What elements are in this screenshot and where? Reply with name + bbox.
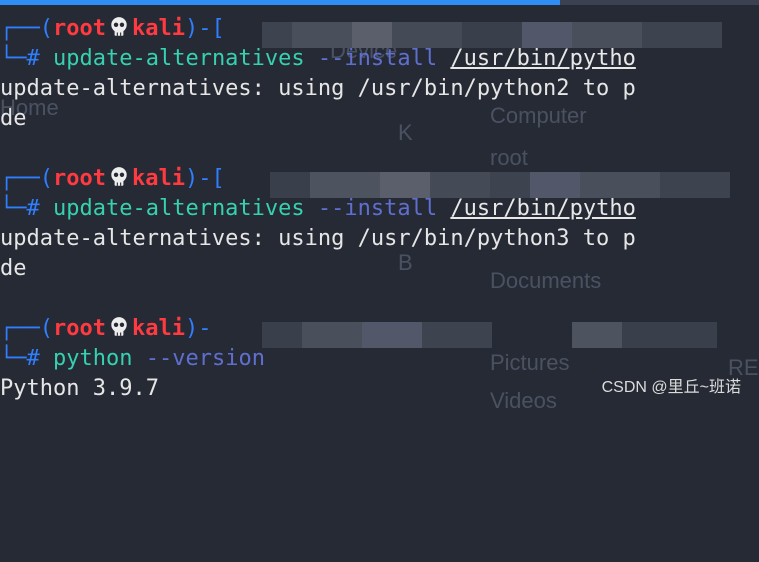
output-line: de: [0, 106, 27, 131]
prompt-header: ┌──(root kali)-[: [0, 14, 759, 48]
prompt-user: root: [52, 16, 106, 41]
command-line-2[interactable]: └─# update-alternatives --install /usr/b…: [0, 194, 759, 224]
prompt-host: kali: [131, 316, 185, 341]
command-path: /usr/bin/pytho: [450, 196, 636, 221]
output-line: update-alternatives: using /usr/bin/pyth…: [0, 76, 636, 101]
output-line: update-alternatives: using /usr/bin/pyth…: [0, 226, 636, 251]
prompt-symbol: #: [26, 46, 40, 71]
skull-icon: [111, 167, 127, 186]
watermark: CSDN @里丘~班诺: [601, 379, 741, 396]
command-line-3[interactable]: └─# python --version: [0, 344, 759, 374]
command-name: python: [53, 346, 133, 371]
command-line-1[interactable]: └─# update-alternatives --install /usr/b…: [0, 44, 759, 74]
command-path: /usr/bin/pytho: [450, 46, 636, 71]
prompt-user: root: [52, 316, 106, 341]
command-name: update-alternatives: [53, 196, 305, 221]
prompt-header: ┌──(root kali)-: [0, 314, 759, 348]
output-line: de: [0, 256, 27, 281]
command-flag: --version: [145, 346, 265, 371]
prompt-user: root: [52, 166, 106, 191]
prompt-header: ┌──(root kali)-[: [0, 164, 759, 198]
skull-icon: [111, 317, 127, 336]
prompt-symbol: #: [26, 196, 40, 221]
command-name: update-alternatives: [53, 46, 305, 71]
command-flag: --install: [317, 46, 438, 71]
window-top-strip: [560, 0, 759, 5]
skull-icon: [111, 17, 127, 36]
terminal-output[interactable]: ┌──(root kali)-[ └─# update-alternatives …: [0, 14, 759, 404]
prompt-host: kali: [131, 16, 185, 41]
prompt-host: kali: [131, 166, 185, 191]
window-top-accent: [0, 0, 560, 5]
command-flag: --install: [317, 196, 438, 221]
prompt-symbol: #: [26, 346, 40, 371]
